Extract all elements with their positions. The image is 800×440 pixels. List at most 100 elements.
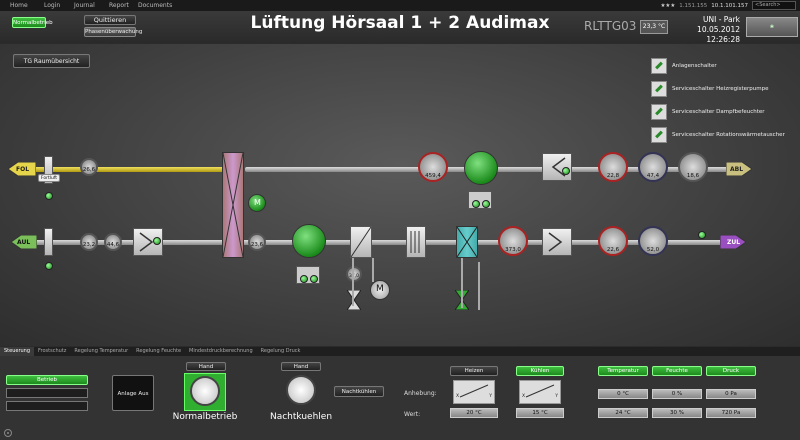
supply-humidity-gauge[interactable]: 52,0 bbox=[638, 226, 668, 256]
feuchte-setpoint-field[interactable]: 30 % bbox=[652, 408, 702, 418]
axis-x: X bbox=[456, 394, 460, 399]
supply-temp-gauge[interactable]: 22,6 bbox=[598, 226, 628, 256]
status-led bbox=[472, 200, 480, 208]
toggle-switch-icon[interactable] bbox=[651, 57, 667, 74]
outdoor-temp-badge: 23,3 °C bbox=[640, 20, 668, 34]
tab-regelung-feuchte[interactable]: Regelung Feuchte bbox=[132, 347, 185, 356]
heater-pipe bbox=[372, 258, 374, 282]
room-overview-button[interactable]: TG Raumübersicht bbox=[13, 54, 90, 68]
return-filter-status-led bbox=[562, 167, 570, 175]
heater-diagonal-icon bbox=[350, 226, 372, 258]
exhaust-fan[interactable] bbox=[464, 151, 498, 185]
axis-y: Y bbox=[489, 394, 492, 399]
temperatur-offset-field[interactable]: 0 °C bbox=[598, 389, 648, 399]
after-recovery-gauge[interactable]: 23,6 bbox=[248, 233, 266, 251]
steam-humidifier[interactable] bbox=[406, 226, 426, 258]
toggle-switch-icon[interactable] bbox=[651, 103, 667, 120]
gauge-value: 18,6 bbox=[686, 173, 700, 179]
site-datetime: UNI - Park 10.05.2012 12:26:28 bbox=[670, 15, 740, 45]
feuchte-button[interactable]: Feuchte bbox=[652, 366, 702, 376]
exhaust-temp-gauge[interactable]: 26,6 bbox=[80, 158, 98, 176]
tab-regelung-temperatur[interactable]: Regelung Temperatur bbox=[70, 347, 132, 356]
exchanger-motor[interactable]: M bbox=[248, 194, 266, 212]
toggle-switch-icon[interactable] bbox=[651, 126, 667, 143]
search-input[interactable]: <Search> bbox=[752, 1, 796, 10]
status-led bbox=[300, 275, 308, 283]
curve-icon bbox=[525, 384, 555, 398]
status-led bbox=[310, 275, 318, 283]
tab-bar: Steuerung Frostschutz Regelung Temperatu… bbox=[0, 347, 800, 356]
cooler-register[interactable] bbox=[456, 226, 478, 258]
druck-offset-field[interactable]: 0 Pa bbox=[706, 389, 756, 399]
outdoor-damper[interactable] bbox=[44, 228, 53, 256]
clock-icon bbox=[190, 376, 220, 406]
kuehlen-button[interactable]: Kühlen bbox=[516, 366, 564, 376]
druck-setpoint-field[interactable]: 720 Pa bbox=[706, 408, 756, 418]
rotary-heat-exchanger[interactable] bbox=[222, 152, 244, 258]
switch-label: Serviceschalter Rotationswärmetauscher bbox=[672, 131, 785, 138]
exhaust-pressure-gauge[interactable]: 459,4 bbox=[418, 152, 448, 182]
druck-button[interactable]: Druck bbox=[706, 366, 756, 376]
switch-row-heizregisterpumpe[interactable]: Serviceschalter Heizregisterpumpe bbox=[651, 77, 785, 100]
outdoor-temp-gauge-1[interactable]: 23,2 bbox=[80, 233, 98, 251]
feuchte-offset-field[interactable]: 0 % bbox=[652, 389, 702, 399]
gauge-value: 26,6 bbox=[82, 167, 96, 173]
wert-label: Wert: bbox=[404, 411, 421, 418]
tab-mindestdruck[interactable]: Mindestdruckberechnung bbox=[185, 347, 257, 356]
heizen-curve[interactable]: X Y bbox=[453, 380, 495, 404]
heater-pipe bbox=[352, 258, 354, 306]
heizen-button[interactable]: Heizen bbox=[450, 366, 498, 376]
settings-gear-icon[interactable] bbox=[3, 428, 13, 438]
menu-documents[interactable]: Documents bbox=[138, 2, 172, 9]
menu-home[interactable]: Home bbox=[10, 2, 28, 9]
exhaust-fan-status-box bbox=[468, 191, 492, 209]
hand-button-1[interactable]: Hand bbox=[186, 362, 226, 371]
menu-report[interactable]: Report bbox=[109, 2, 129, 9]
kuehlen-curve[interactable]: X Y bbox=[519, 380, 561, 404]
heater-pump-motor[interactable]: M bbox=[370, 280, 390, 300]
datetime: 10.05.2012 12:26:28 bbox=[697, 25, 740, 44]
toggle-switch-icon[interactable] bbox=[651, 80, 667, 97]
system-id: RLTTG03 bbox=[584, 19, 637, 33]
temperatur-button[interactable]: Temperatur bbox=[598, 366, 648, 376]
kuehlen-value-field[interactable]: 15 °C bbox=[516, 408, 564, 418]
axis-x: X bbox=[522, 394, 526, 399]
temperatur-setpoint-field[interactable]: 24 °C bbox=[598, 408, 648, 418]
tab-regelung-druck[interactable]: Regelung Druck bbox=[257, 347, 305, 356]
zul-label: ZUL bbox=[727, 239, 741, 246]
return-temp-gauge[interactable]: 22,8 bbox=[598, 152, 628, 182]
heater-temp-gauge[interactable]: 37,0 bbox=[346, 266, 362, 282]
nachtkuehlen-button[interactable]: Nachtkühlen bbox=[334, 386, 384, 397]
return-value3-gauge[interactable]: 18,6 bbox=[678, 152, 708, 182]
tab-frostschutz[interactable]: Frostschutz bbox=[34, 347, 70, 356]
star-icons: ★★★ bbox=[660, 2, 676, 9]
return-humidity-gauge[interactable]: 47,4 bbox=[638, 152, 668, 182]
supply-pressure-gauge[interactable]: 373,0 bbox=[498, 226, 528, 256]
hand-button-2[interactable]: Hand bbox=[281, 362, 321, 371]
cooler-pipe bbox=[478, 262, 480, 310]
status-led bbox=[482, 200, 490, 208]
heater-register[interactable] bbox=[350, 226, 372, 258]
gauge-value: 23,6 bbox=[250, 242, 264, 248]
anlage-aus-button[interactable]: Anlage Aus bbox=[112, 375, 154, 411]
normal-mode-tile[interactable] bbox=[184, 373, 226, 411]
switch-row-rotationswaermetauscher[interactable]: Serviceschalter Rotationswärmetauscher bbox=[651, 123, 785, 146]
fortluft-tooltip: Fortluft bbox=[38, 174, 60, 182]
empty-slot-2 bbox=[6, 401, 88, 411]
ip-primary: 1.151.155 bbox=[679, 2, 708, 9]
switch-row-dampfbefeuchter[interactable]: Serviceschalter Dampfbefeuchter bbox=[651, 100, 785, 123]
exhaust-damper-status-led bbox=[45, 192, 53, 200]
menu-login[interactable]: Login bbox=[44, 2, 60, 9]
switch-row-anlage[interactable]: Anlagenschalter bbox=[651, 54, 785, 77]
night-cooling-clock-icon[interactable] bbox=[286, 375, 316, 405]
supply-filter[interactable] bbox=[542, 228, 572, 256]
outdoor-temp-gauge-2[interactable]: 44,6 bbox=[104, 233, 122, 251]
tab-steuerung[interactable]: Steuerung bbox=[0, 347, 35, 356]
switch-label: Serviceschalter Dampfbefeuchter bbox=[672, 108, 765, 115]
heizen-value-field[interactable]: 20 °C bbox=[450, 408, 498, 418]
curve-icon bbox=[459, 384, 489, 398]
supply-fan[interactable] bbox=[292, 224, 326, 258]
menu-journal[interactable]: Journal bbox=[74, 2, 95, 9]
betrieb-button[interactable]: Betrieb bbox=[6, 375, 88, 385]
heater-valve-icon[interactable] bbox=[347, 290, 361, 310]
